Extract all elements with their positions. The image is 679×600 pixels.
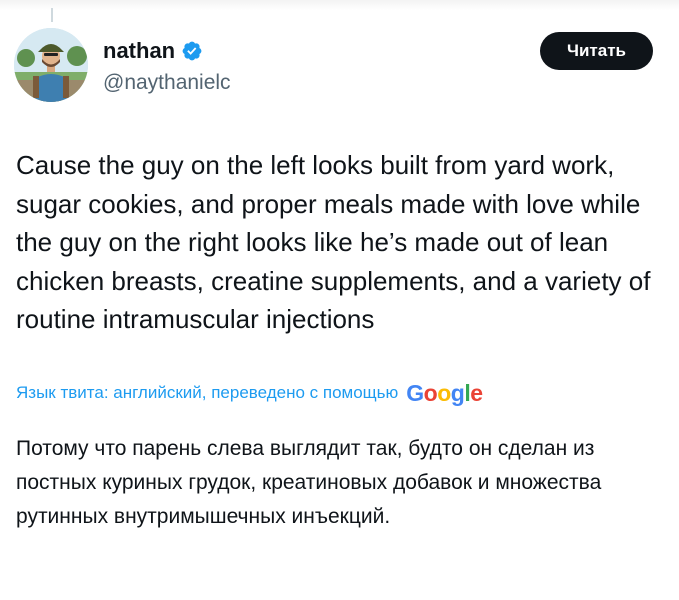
author-handle[interactable]: @naythanielc (103, 70, 231, 96)
verified-badge-icon[interactable] (181, 40, 203, 62)
thread-connector-line (51, 8, 53, 22)
google-logo-letter: o (423, 380, 438, 406)
translation-attribution[interactable]: Язык твита: английский, переведено с пом… (16, 381, 483, 405)
google-logo-text: Google (406, 380, 483, 406)
top-edge (0, 0, 679, 10)
tweet-text: Cause the guy on the left looks built fr… (16, 150, 651, 334)
google-logo: Google (406, 380, 483, 406)
author-name-row: nathan (103, 38, 203, 64)
google-logo-letter: G (406, 380, 424, 406)
translated-tweet-text: Потому что парень слева выглядит так, бу… (16, 437, 602, 528)
avatar-image (14, 28, 88, 102)
translation-note-label: Язык твита: английский, переведено с пом… (16, 383, 399, 402)
google-logo-letter: o (437, 380, 451, 406)
follow-button[interactable]: Читать (540, 32, 653, 70)
google-logo-letter: g (450, 380, 465, 406)
author-display-name[interactable]: nathan (103, 38, 175, 64)
avatar[interactable] (14, 28, 88, 102)
google-logo-letter: e (470, 380, 483, 406)
